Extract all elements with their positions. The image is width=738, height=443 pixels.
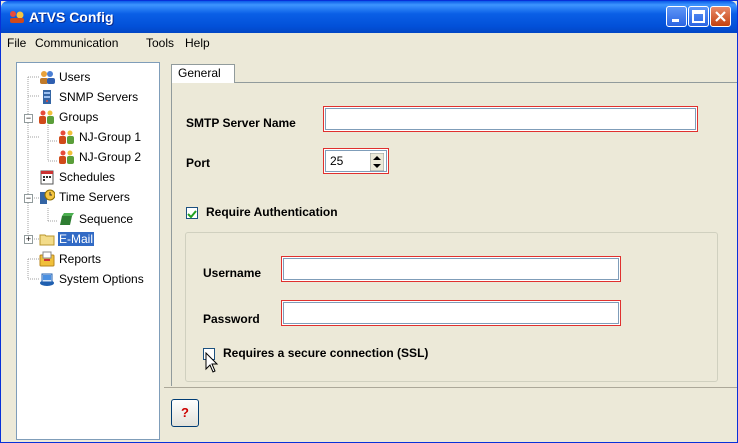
maximize-icon (692, 10, 705, 23)
smtp-server-input[interactable] (323, 106, 698, 132)
window-title: ATVS Config (29, 9, 114, 25)
tree-item-label: Schedules (59, 170, 116, 184)
groups-icon (39, 110, 54, 124)
reports-icon (39, 251, 55, 267)
menu-tools[interactable]: Tools (146, 36, 174, 50)
group-icon (59, 150, 74, 164)
tree-item-label: Reports (59, 252, 102, 266)
ssl-label: Requires a secure connection (SSL) (223, 346, 429, 360)
navigation-tree[interactable]: Users SNMP Servers − Groups NJ-Group 1 N… (16, 62, 160, 440)
username-label: Username (203, 266, 262, 280)
group-icon (59, 130, 74, 144)
username-input-field (283, 258, 619, 280)
close-button[interactable] (710, 6, 731, 27)
collapse-time-servers-toggle[interactable]: − (24, 194, 33, 203)
sequence-icon (60, 213, 74, 225)
port-spinner[interactable]: 25 (323, 148, 389, 174)
menu-help[interactable]: Help (185, 36, 210, 50)
users-icon (40, 71, 55, 84)
calendar-icon (40, 170, 54, 185)
bottom-toolbar: ? (164, 387, 737, 441)
tab-label: General (178, 66, 221, 80)
tree-item-label: System Options (59, 272, 144, 286)
smtp-server-input-field (325, 108, 696, 130)
title-bar[interactable]: ATVS Config (1, 1, 737, 33)
menu-communication[interactable]: Communication (35, 36, 118, 50)
close-icon (715, 11, 726, 22)
tree-item-label: Users (59, 70, 91, 84)
port-value: 25 (330, 154, 344, 168)
settings-panel: General SMTP Server Name Port 25 Require… (164, 62, 737, 441)
password-input-field (283, 302, 619, 324)
collapse-groups-toggle[interactable]: − (24, 114, 33, 123)
mouse-cursor-icon (205, 352, 219, 373)
system-options-icon (40, 273, 54, 286)
expand-email-toggle[interactable]: + (24, 235, 33, 244)
smtp-server-label: SMTP Server Name (186, 116, 296, 130)
tree-item-label: SNMP Servers (59, 90, 139, 104)
port-input-field: 25 (325, 150, 387, 172)
tree-item-label: Sequence (79, 212, 134, 226)
menu-file[interactable]: File (7, 36, 26, 50)
help-button[interactable]: ? (171, 399, 199, 427)
password-label: Password (203, 312, 260, 326)
maximize-button[interactable] (688, 6, 709, 27)
spinner-arrows-icon[interactable] (370, 153, 384, 171)
tree-item-label: NJ-Group 1 (79, 130, 142, 144)
tree-item-label: Time Servers (59, 190, 130, 204)
tab-general[interactable]: General (171, 64, 235, 83)
minimize-button[interactable] (666, 6, 687, 27)
tree-item-label: Groups (59, 110, 99, 124)
menu-bar: File Communication Tools Help (1, 33, 737, 53)
password-input[interactable] (281, 300, 621, 326)
minimize-icon (672, 19, 679, 22)
help-button-label: ? (181, 405, 189, 420)
checkmark-icon (187, 210, 197, 219)
tree-item-label: NJ-Group 2 (79, 150, 142, 164)
folder-icon (39, 234, 55, 246)
tree-item-label: E-Mail (58, 232, 95, 246)
require-auth-checkbox[interactable] (186, 207, 198, 219)
username-input[interactable] (281, 256, 621, 282)
app-window: ATVS Config File Communication Tools Hel… (0, 0, 738, 443)
require-auth-label: Require Authentication (206, 205, 338, 219)
time-server-icon (40, 189, 55, 204)
server-icon (43, 90, 51, 104)
port-label: Port (186, 156, 210, 170)
app-icon (10, 11, 24, 23)
